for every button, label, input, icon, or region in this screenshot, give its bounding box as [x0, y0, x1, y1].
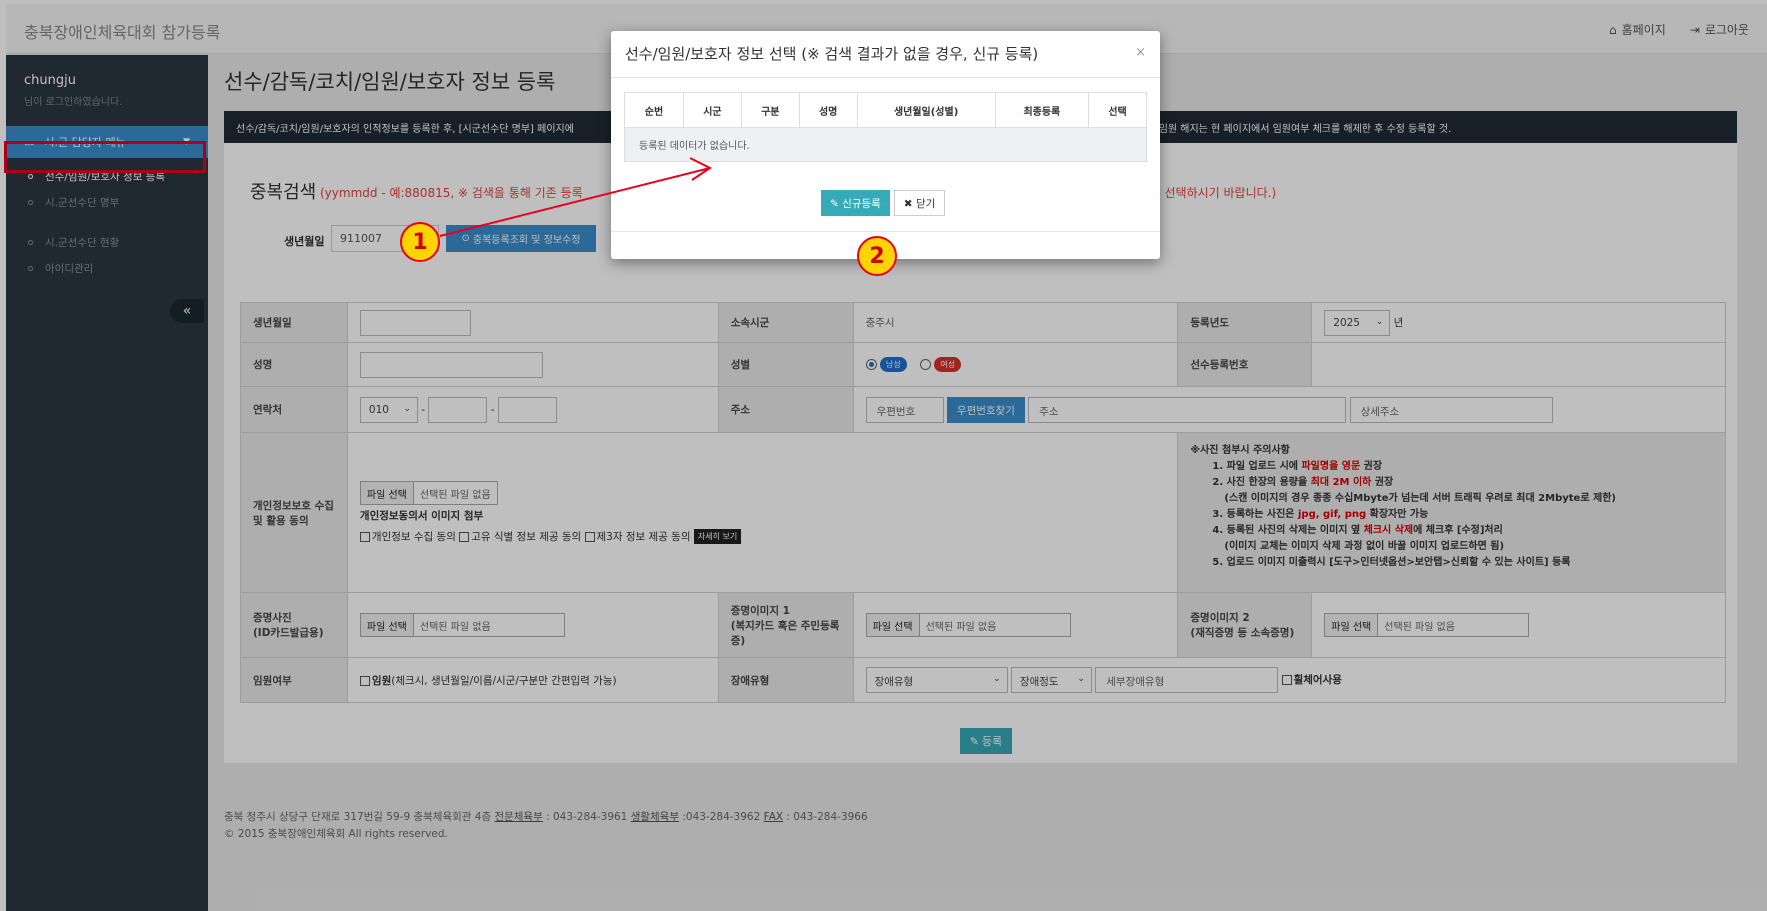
annotation-arrow: [439, 157, 712, 237]
callout-badge-2: 2: [857, 236, 897, 276]
callout-badge-1: 1: [400, 222, 440, 262]
